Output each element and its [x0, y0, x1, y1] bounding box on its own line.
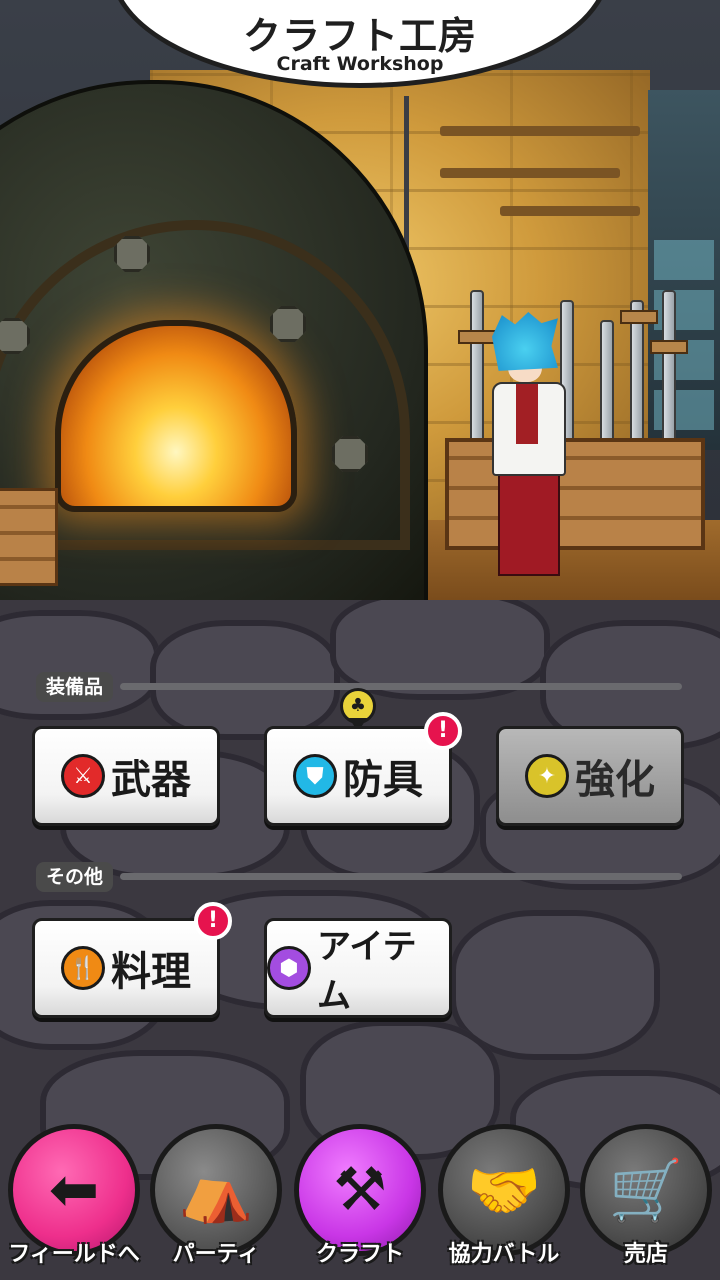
armor-button-label: 防具	[343, 757, 423, 803]
armor-notification-badge: !	[424, 712, 462, 750]
sword-hilt	[650, 340, 688, 354]
nav-party[interactable]: ⛺ パーティ	[146, 1124, 286, 1280]
ore-crate	[0, 488, 58, 586]
item-button[interactable]: ⬢ アイテム	[264, 918, 452, 1018]
workshop-scene	[0, 0, 720, 600]
enhance-button-label: 強化	[575, 757, 655, 803]
nav-field[interactable]: ⬅ フィールドへ	[4, 1124, 144, 1280]
sword-display	[662, 290, 676, 454]
section-divider	[120, 873, 682, 880]
cube-icon: ⬢	[267, 946, 311, 990]
section-divider	[120, 683, 682, 690]
nav-coop-battle[interactable]: 🤝 協力バトル	[434, 1124, 574, 1280]
sword-display	[600, 320, 614, 454]
enhance-button[interactable]: ✦ 強化	[496, 726, 684, 826]
cooking-button[interactable]: 🍴 料理	[32, 918, 220, 1018]
page-subtitle: Craft Workshop	[276, 53, 444, 75]
nav-craft-label: クラフト	[315, 1242, 404, 1267]
nav-shop[interactable]: 🛒 売店	[576, 1124, 716, 1280]
nav-shop-label: 売店	[623, 1242, 668, 1267]
wall-shelf	[440, 126, 640, 136]
section-label-other: その他	[36, 862, 114, 892]
player-character	[478, 312, 578, 577]
wall-shelf	[500, 206, 640, 216]
armor-button[interactable]: ⛊ 防具	[264, 726, 452, 826]
weapon-button[interactable]: ⚔ 武器	[32, 726, 220, 826]
armor-icon: ⛊	[293, 754, 337, 798]
sparkle-icon: ✦	[525, 754, 569, 798]
cutlery-icon: 🍴	[61, 946, 105, 990]
section-label-equipment: 装備品	[36, 672, 114, 702]
sword-icon: ⚔	[61, 754, 105, 798]
title-banner: クラフト工房 Craft Workshop	[110, 0, 610, 88]
weapon-button-label: 武器	[111, 757, 191, 803]
page-title: クラフト工房	[242, 14, 477, 58]
nav-field-label: フィールドへ	[8, 1242, 140, 1267]
item-button-label: アイテム	[317, 927, 417, 1016]
cooking-button-label: 料理	[111, 949, 191, 995]
wall-shelf	[440, 168, 620, 178]
nav-craft[interactable]: ⚒ クラフト	[290, 1124, 430, 1280]
sword-hilt	[620, 310, 658, 324]
shop-window	[648, 90, 720, 450]
cooking-notification-badge: !	[194, 902, 232, 940]
nav-coop-battle-label: 協力バトル	[448, 1242, 560, 1267]
nav-party-label: パーティ	[172, 1242, 260, 1267]
